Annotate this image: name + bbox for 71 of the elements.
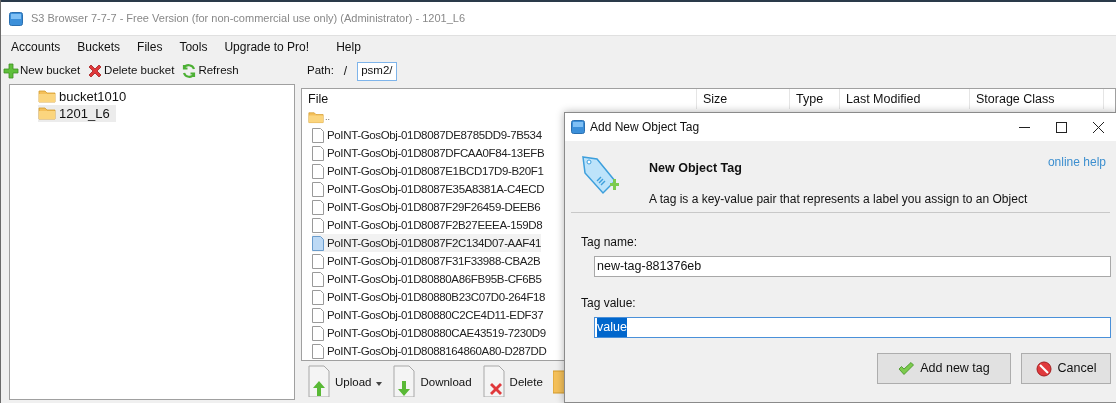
file-row[interactable]: PoINT-GosObj-01D8087F29F26459-DEEB6 — [312, 198, 541, 216]
dialog-button[interactable]: Add new tag — [877, 353, 1011, 384]
file-icon — [312, 127, 324, 143]
maximize-icon[interactable] — [1056, 121, 1067, 133]
bucket-item[interactable]: 1201_L6 — [38, 105, 116, 122]
dialog-title: Add New Object Tag — [590, 119, 700, 136]
cross-icon — [87, 63, 104, 79]
toolbar-button[interactable]: Delete — [481, 365, 543, 397]
file-row[interactable]: PoINT-GosObj-01D80880B23C07D0-264F18 — [312, 288, 546, 306]
toolbar-button[interactable]: Upload — [307, 365, 383, 397]
menu-item[interactable]: Upgrade to Pro! — [224, 38, 310, 56]
file-upload-icon — [307, 365, 333, 397]
input-field[interactable]: value — [594, 317, 1111, 338]
dialog-description: A tag is a key-value pair that represents a label you assign to an Object — [649, 190, 1028, 208]
file-icon — [312, 163, 324, 179]
column-header[interactable]: Type — [790, 89, 840, 109]
app-logo-icon — [9, 11, 23, 26]
parent-folder-entry[interactable]: .. — [325, 110, 330, 125]
file-row[interactable]: PoINT-GosObj-01D80880C2CE4D11-EDF37 — [312, 306, 544, 324]
toolbar-button[interactable]: Delete bucket — [87, 62, 178, 80]
file-row[interactable]: PoINT-GosObj-01D8087DE8785DD9-7B534 — [312, 126, 542, 144]
file-icon — [312, 289, 324, 305]
path-field[interactable]: psm2/ — [357, 61, 397, 81]
file-icon — [312, 199, 324, 215]
menu-item[interactable]: Accounts — [11, 38, 61, 56]
toolbar-button[interactable]: Download — [392, 365, 472, 397]
dialog-button[interactable]: Cancel — [1021, 353, 1111, 384]
field-label: Tag name: — [581, 234, 639, 251]
path-label: Path: — [307, 63, 334, 79]
menu-item[interactable]: Tools — [179, 38, 208, 56]
file-icon — [312, 325, 324, 341]
file-row[interactable]: PoINT-GosObj-01D8087F31F33988-CBA2B — [312, 252, 541, 270]
column-header[interactable]: Size — [697, 89, 790, 109]
folder-icon — [38, 89, 56, 104]
field-label: Tag value: — [581, 295, 637, 312]
plus-icon — [3, 63, 19, 79]
file-row[interactable]: PoINT-GosObj-01D80880A86FB95B-CF6B5 — [312, 270, 542, 288]
close-icon[interactable] — [1093, 121, 1104, 133]
app-logo-icon — [571, 120, 585, 134]
menu-item[interactable]: Files — [137, 38, 163, 56]
window-title: S3 Browser 7-7-7 - Free Version (for non-commercial use only) (Administrator) - 1201_L6 — [31, 11, 466, 27]
file-icon — [312, 181, 324, 197]
file-icon — [312, 253, 324, 269]
stop-icon — [1035, 360, 1052, 377]
toolbar-button[interactable]: New bucket — [3, 62, 84, 80]
dialog-heading: New Object Tag — [649, 160, 743, 177]
file-row[interactable]: PoINT-GosObj-01D8087E1BCD17D9-B20F1 — [312, 162, 544, 180]
file-row[interactable]: PoINT-GosObj-01D8088164860A80-D287DD — [312, 342, 547, 360]
file-icon — [312, 217, 324, 233]
file-icon — [312, 307, 324, 323]
file-row[interactable]: PoINT-GosObj-01D8087E35A8381A-C4ECD — [312, 180, 545, 198]
refresh-icon — [181, 63, 198, 79]
file-icon — [312, 235, 324, 251]
file-delete-icon — [481, 365, 508, 397]
path-root[interactable]: / — [343, 62, 348, 80]
column-header[interactable]: Storage Class — [970, 89, 1104, 109]
column-header[interactable]: File — [302, 89, 697, 109]
menu-item[interactable]: Help — [336, 38, 361, 56]
menu-item[interactable]: Buckets — [77, 38, 121, 56]
bucket-item[interactable]: bucket1010 — [38, 88, 133, 105]
folder-icon — [308, 111, 324, 124]
toolbar-button[interactable]: Refresh — [181, 62, 242, 80]
input-field[interactable]: new-tag-881376eb — [594, 256, 1111, 277]
column-header[interactable]: Last Modified — [840, 89, 970, 109]
file-row[interactable]: PoINT-GosObj-01D8087F2B27EEEA-159D8 — [312, 216, 543, 234]
folder-icon — [38, 106, 56, 121]
file-icon — [312, 271, 324, 287]
file-row[interactable]: PoINT-GosObj-01D8087DFCAA0F84-13EFB — [312, 144, 545, 162]
file-icon — [312, 145, 324, 161]
file-row[interactable]: PoINT-GosObj-01D8087F2C134D07-AAF41 — [312, 234, 542, 252]
file-row[interactable]: PoINT-GosObj-01D80880CAE43519-7230D9 — [312, 324, 546, 342]
